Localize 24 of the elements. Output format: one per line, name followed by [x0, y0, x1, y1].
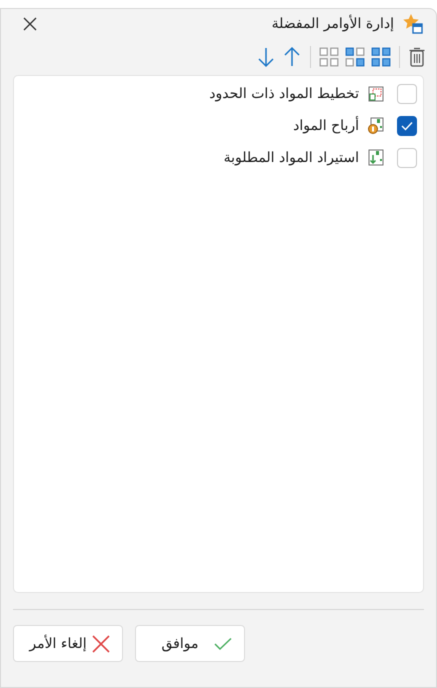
command-label: تخطيط المواد ذات الحدود [209, 86, 359, 102]
import-document-icon [367, 149, 385, 167]
layout-icon [367, 85, 385, 103]
checkmark-icon [214, 636, 232, 650]
select-none-button[interactable] [317, 45, 341, 69]
trash-icon [408, 46, 426, 68]
down-arrow-icon [256, 46, 276, 68]
command-label: استيراد المواد المطلوبة [224, 150, 359, 166]
close-icon [92, 634, 110, 652]
coin-document-icon [367, 117, 385, 135]
command-label: أرباح المواد [293, 118, 359, 134]
ok-button[interactable]: موافق [135, 625, 245, 662]
grid-icon [319, 47, 339, 67]
grid-icon [345, 47, 365, 67]
select-all-button[interactable] [369, 45, 393, 69]
cancel-button[interactable]: إلغاء الأمر [13, 625, 123, 662]
up-arrow-icon [282, 46, 302, 68]
checkmark-icon [401, 121, 413, 131]
star-window-icon [402, 13, 424, 35]
invert-selection-button[interactable] [343, 45, 367, 69]
grid-icon [371, 47, 391, 67]
close-icon [23, 17, 37, 31]
checkbox[interactable] [397, 116, 417, 136]
window-title: إدارة الأوامر المفضلة [272, 16, 394, 32]
